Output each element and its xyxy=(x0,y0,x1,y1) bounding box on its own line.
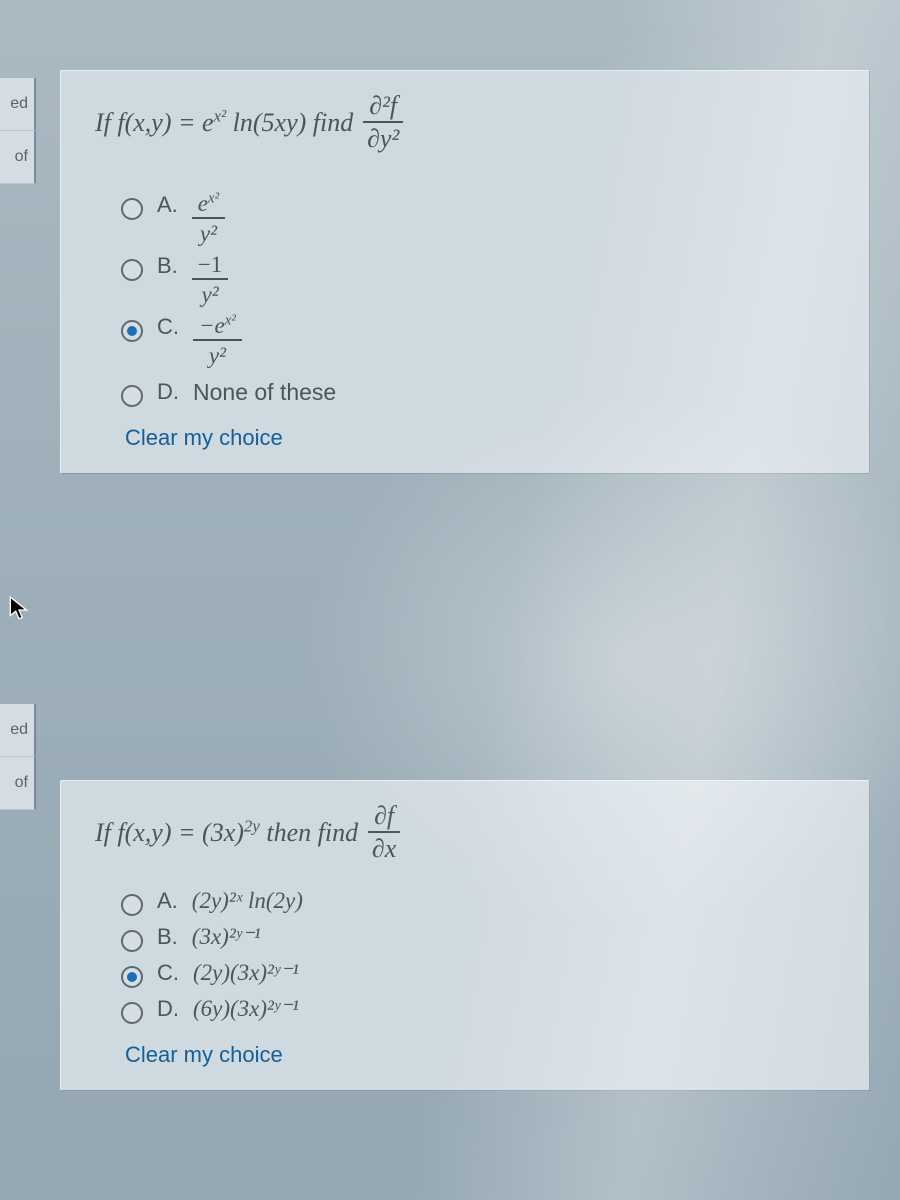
radio-a[interactable] xyxy=(121,198,143,220)
nav-item[interactable]: ed xyxy=(0,78,36,131)
radio-b[interactable] xyxy=(121,259,143,281)
option-a[interactable]: A. (2y)²ˣ ln(2y) xyxy=(121,888,841,916)
clear-choice-link[interactable]: Clear my choice xyxy=(125,425,841,451)
answer-options: A. ex²y² B. −1y² C. −ex²y² D. None of th… xyxy=(121,192,841,451)
mouse-cursor-icon xyxy=(8,596,30,622)
fraction-numerator: ∂²f xyxy=(363,93,403,123)
radio-b[interactable] xyxy=(121,930,143,952)
fraction-numerator: ∂f xyxy=(368,803,400,833)
question-card-1: If f(x,y) = ex² ln(5xy) find ∂²f∂y² A. e… xyxy=(60,70,870,474)
radio-d[interactable] xyxy=(121,1002,143,1024)
radio-c[interactable] xyxy=(121,320,143,342)
nav-label: ed xyxy=(10,95,28,113)
clear-choice-link[interactable]: Clear my choice xyxy=(125,1042,841,1068)
option-a[interactable]: A. ex²y² xyxy=(121,192,841,245)
option-c[interactable]: C. (2y)(3x)²ʸ⁻¹ xyxy=(121,960,841,988)
nav-item[interactable]: ed xyxy=(0,704,36,757)
fraction-denominator: ∂y² xyxy=(367,123,399,152)
quiz-screen: ed of ed of If f(x,y) = ex² ln(5xy) find… xyxy=(0,0,900,1200)
option-text: None of these xyxy=(193,379,336,406)
nav-item[interactable]: of xyxy=(0,131,36,184)
nav-label: of xyxy=(15,148,28,166)
radio-d[interactable] xyxy=(121,385,143,407)
option-text: (2y)²ˣ ln(2y) xyxy=(192,888,303,914)
nav-label: of xyxy=(15,774,28,792)
fraction-denominator: ∂x xyxy=(372,833,396,862)
answer-options: A. (2y)²ˣ ln(2y) B. (3x)²ʸ⁻¹ C. (2y)(3x)… xyxy=(121,888,841,1068)
radio-c[interactable] xyxy=(121,966,143,988)
option-c[interactable]: C. −ex²y² xyxy=(121,314,841,367)
radio-a[interactable] xyxy=(121,894,143,916)
question-stem: If f(x,y) = (3x)2y then find ∂f∂x xyxy=(95,803,841,862)
option-text: (6y)(3x)²ʸ⁻¹ xyxy=(193,996,299,1022)
question-stem: If f(x,y) = ex² ln(5xy) find ∂²f∂y² xyxy=(95,93,841,152)
option-text: (3x)²ʸ⁻¹ xyxy=(192,924,261,950)
option-d[interactable]: D. None of these xyxy=(121,379,841,407)
option-text: (2y)(3x)²ʸ⁻¹ xyxy=(193,960,299,986)
nav-item[interactable]: of xyxy=(0,757,36,810)
option-b[interactable]: B. −1y² xyxy=(121,253,841,306)
nav-label: ed xyxy=(10,721,28,739)
question-card-2: If f(x,y) = (3x)2y then find ∂f∂x A. (2y… xyxy=(60,780,870,1091)
option-d[interactable]: D. (6y)(3x)²ʸ⁻¹ xyxy=(121,996,841,1024)
option-b[interactable]: B. (3x)²ʸ⁻¹ xyxy=(121,924,841,952)
